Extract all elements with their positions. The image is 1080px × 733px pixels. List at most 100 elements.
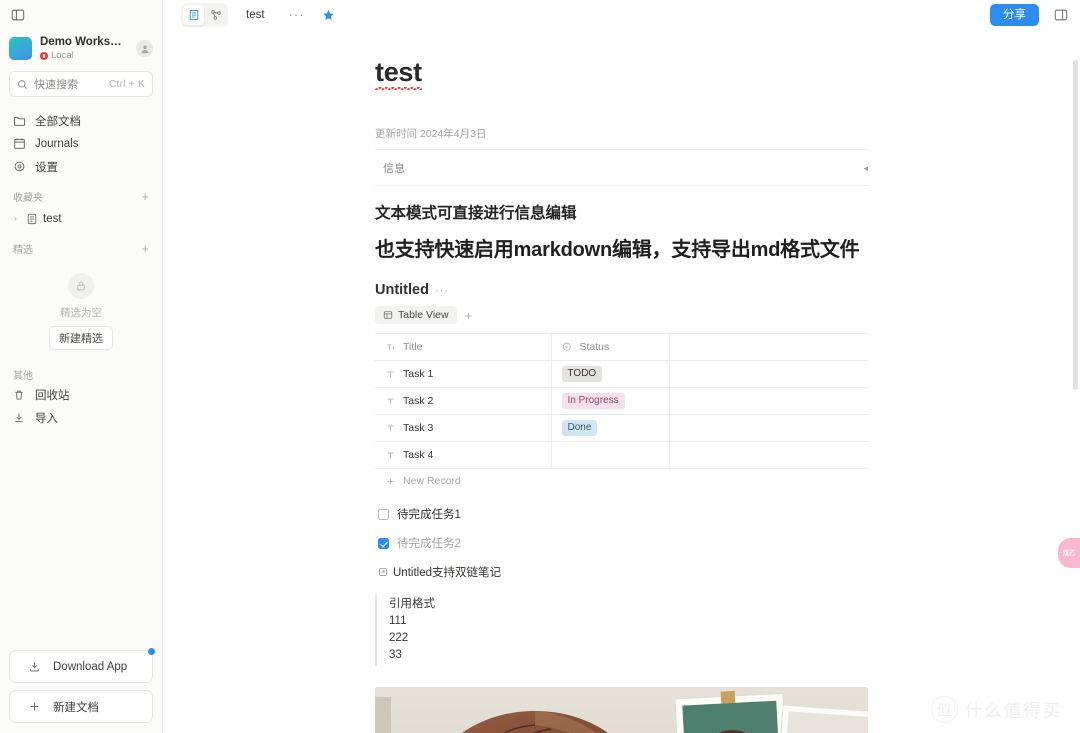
text-type-icon	[385, 397, 396, 406]
download-icon	[27, 660, 41, 674]
add-view-button[interactable]: +	[461, 309, 477, 322]
workspace-status-label: Local	[51, 50, 74, 61]
database-title[interactable]: Untitled	[375, 282, 429, 298]
sidebar-item-journals[interactable]: Journals	[7, 132, 155, 155]
checkbox-unchecked[interactable]	[378, 508, 389, 520]
table-icon	[383, 311, 393, 319]
task-title: Task 2	[403, 395, 434, 407]
graph-view-icon[interactable]	[205, 5, 226, 25]
page-title[interactable]: test	[375, 55, 422, 90]
star-icon[interactable]	[322, 9, 335, 22]
document-view-icon[interactable]	[183, 5, 204, 25]
new-document-button[interactable]: 新建文档	[9, 690, 153, 723]
cell-empty[interactable]	[669, 414, 868, 442]
column-header-title[interactable]: Title	[375, 333, 552, 361]
view-toggle-group	[181, 3, 228, 27]
cell-status[interactable]: In Progress	[551, 387, 670, 415]
cell-status[interactable]: TODO	[551, 360, 670, 388]
document-scroll-area: test 更新时间 2024年4月3日 信息 ◂ 文本模式可直接进行信息编辑 也…	[163, 30, 1080, 733]
document-tab-title[interactable]: test	[246, 9, 265, 21]
scrollbar-thumb[interactable]	[1073, 60, 1078, 390]
text-type-icon	[385, 343, 396, 352]
info-label: 信息	[383, 163, 405, 175]
other-section-header: 其他	[13, 367, 149, 382]
trash-icon	[12, 388, 26, 402]
table-row[interactable]: Task 1 TODO	[375, 360, 868, 388]
info-section-row[interactable]: 信息 ◂	[375, 150, 868, 186]
sidebar-item-label: 全部文档	[35, 115, 81, 128]
other-title: 其他	[13, 371, 33, 382]
featured-section-header: 精选 +	[13, 241, 149, 256]
scrollbar-track[interactable]	[1073, 60, 1078, 729]
table-row[interactable]: Task 2 In Progress	[375, 387, 868, 415]
sidebar-item-all-docs[interactable]: 全部文档	[7, 109, 155, 132]
sidebar-item-label: 回收站	[35, 389, 70, 402]
document-icon	[25, 212, 38, 226]
quote-line: 33	[389, 649, 402, 661]
tab-table-view[interactable]: Table View	[375, 306, 457, 324]
cell-title[interactable]: Task 2	[375, 387, 552, 415]
tab-label: Table View	[398, 309, 449, 321]
avatar[interactable]	[136, 40, 153, 57]
new-record-button[interactable]: New Record	[375, 469, 868, 493]
new-featured-button[interactable]: 新建精选	[49, 326, 113, 350]
folder-icon	[12, 114, 26, 128]
sidebar-item-import[interactable]: 导入	[7, 406, 155, 429]
cell-title[interactable]: Task 3	[375, 414, 552, 442]
status-badge: In Progress	[561, 393, 625, 409]
add-featured-button[interactable]: +	[141, 242, 149, 255]
document-image[interactable]	[375, 687, 868, 733]
search-input[interactable]: 快速搜索 Ctrl + K	[9, 71, 153, 97]
favorites-section-header: 收藏夹 +	[13, 189, 149, 204]
new-record-label: New Record	[403, 475, 461, 487]
sidebar-item-settings[interactable]: 设置	[7, 155, 155, 178]
todo-item[interactable]: 待完成任务1	[375, 506, 868, 522]
panel-toggle-icon[interactable]	[8, 6, 27, 25]
sidebar-item-test[interactable]: › test	[7, 207, 155, 230]
todo-item[interactable]: 待完成任务2	[375, 535, 868, 551]
sidebar-item-label: 设置	[35, 161, 58, 174]
table-row[interactable]: Task 4	[375, 441, 868, 469]
cell-status[interactable]: Done	[551, 414, 670, 442]
column-header-status[interactable]: Status	[551, 333, 670, 361]
topbar: test ··· 分享	[163, 0, 1080, 30]
download-app-button[interactable]: Download App	[9, 648, 155, 683]
table-row[interactable]: Task 3 Done	[375, 414, 868, 442]
sidebar-item-trash[interactable]: 回收站	[7, 383, 155, 406]
column-header-add[interactable]	[669, 333, 868, 361]
task-title: Task 1	[403, 368, 434, 380]
lock-icon	[68, 273, 94, 299]
database-view-bar: Table View +	[375, 306, 868, 324]
cell-empty[interactable]	[669, 441, 868, 469]
workspace-name: Demo Workspace	[40, 36, 128, 48]
anime-illustration-icon	[375, 687, 868, 733]
table-body: Task 1 TODO Task 2 In Progress Task 3 Do…	[375, 360, 868, 469]
floating-action-badge[interactable]: 双乙	[1058, 538, 1080, 568]
right-panel-icon[interactable]	[1051, 6, 1070, 25]
chevron-right-icon[interactable]: ›	[11, 214, 20, 223]
favorites-title: 收藏夹	[13, 193, 43, 204]
cell-empty[interactable]	[669, 387, 868, 415]
checkbox-checked[interactable]	[378, 537, 389, 549]
backlink-row[interactable]: Untitled支持双链笔记	[375, 564, 868, 580]
share-button[interactable]: 分享	[990, 4, 1039, 26]
task-title: Task 3	[403, 422, 434, 434]
add-favorite-button[interactable]: +	[141, 190, 149, 203]
cell-status[interactable]	[551, 441, 670, 469]
cell-empty[interactable]	[669, 360, 868, 388]
document-body: test 更新时间 2024年4月3日 信息 ◂ 文本模式可直接进行信息编辑 也…	[375, 30, 868, 733]
quote-line: 111	[389, 615, 407, 627]
quote-line: 引用格式	[389, 598, 435, 610]
database-more-button[interactable]: ···	[435, 284, 449, 296]
sidebar-item-label: test	[43, 212, 62, 225]
sidebar-top-row	[0, 0, 162, 30]
todo-label: 待完成任务2	[397, 538, 461, 550]
floating-badge-label: 双乙	[1062, 549, 1076, 557]
cell-title[interactable]: Task 4	[375, 441, 552, 469]
more-options-button[interactable]: ···	[289, 8, 305, 21]
new-document-label: 新建文档	[53, 701, 99, 714]
workspace-selector[interactable]: Demo Workspace Local	[0, 30, 162, 67]
column-label: Title	[403, 341, 423, 353]
collapse-icon[interactable]: ◂	[863, 163, 868, 174]
cell-title[interactable]: Task 1	[375, 360, 552, 388]
